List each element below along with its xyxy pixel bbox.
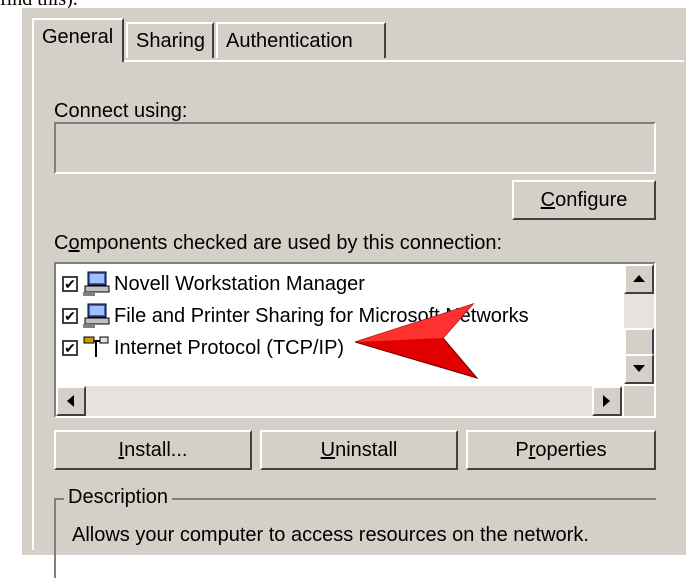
tab-authentication[interactable]: Authentication — [216, 22, 386, 58]
install-button[interactable]: Install... — [54, 430, 252, 470]
vertical-scrollbar[interactable] — [624, 264, 654, 384]
tab-sharing[interactable]: Sharing — [126, 22, 214, 58]
arrow-up-icon — [633, 275, 645, 282]
connection-properties-dialog: General Sharing Authentication Connect u… — [22, 8, 686, 578]
connect-using-label: Connect using: — [54, 100, 188, 122]
components-label: Components checked are used by this conn… — [54, 232, 503, 254]
properties-button[interactable]: Properties — [466, 430, 656, 470]
component-checkbox[interactable]: ✔ — [62, 308, 78, 324]
component-checkbox[interactable]: ✔ — [62, 340, 78, 356]
component-checkbox[interactable]: ✔ — [62, 276, 78, 292]
description-title: Description — [64, 486, 173, 509]
description-group: Description Allows your computer to acce… — [54, 486, 656, 578]
component-label: Internet Protocol (TCP/IP) — [114, 336, 345, 359]
scroll-left-button[interactable] — [56, 386, 86, 416]
list-item[interactable]: ✔ Novell Workstation Manager — [62, 268, 618, 300]
arrow-left-icon — [67, 395, 74, 407]
component-label: Novell Workstation Manager — [114, 272, 365, 295]
arrow-right-icon — [603, 395, 610, 407]
description-text: Allows your computer to access resources… — [72, 524, 589, 546]
red-arrow-annotation — [355, 302, 479, 379]
scroll-right-button[interactable] — [592, 386, 622, 416]
network-computer-icon — [83, 271, 110, 296]
tab-general[interactable]: General — [32, 18, 124, 62]
uninstall-button[interactable]: Uninstall — [260, 430, 458, 470]
list-item[interactable]: ✔ File and Printer Sharing for Microsoft… — [62, 300, 618, 332]
configure-button[interactable]: Configure — [512, 180, 656, 220]
horizontal-scrollbar[interactable] — [56, 386, 622, 416]
scrollbar-corner — [624, 386, 654, 416]
connect-using-field — [54, 122, 656, 174]
scroll-down-button[interactable] — [624, 354, 654, 384]
scroll-up-button[interactable] — [624, 264, 654, 294]
network-computer-icon — [83, 303, 110, 328]
protocol-plug-icon — [83, 336, 109, 357]
arrow-down-icon — [633, 365, 645, 372]
list-item[interactable]: ✔ Internet Protocol (TCP/IP) — [62, 332, 618, 364]
